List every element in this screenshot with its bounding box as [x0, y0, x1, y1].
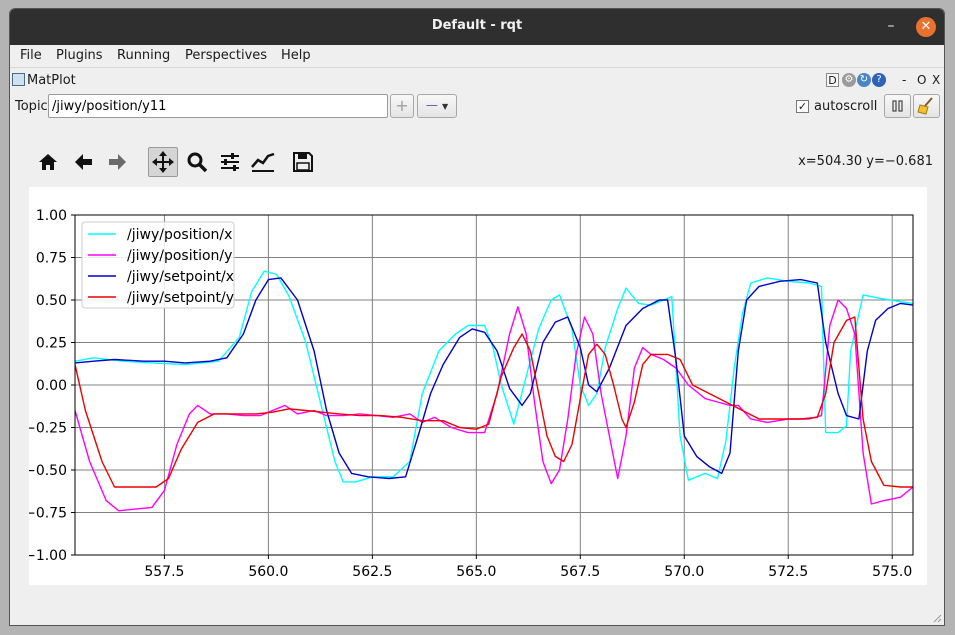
pause-button[interactable] [884, 94, 911, 118]
autoscroll-checkbox[interactable]: ✓ [796, 100, 809, 113]
plot-figure[interactable]: 557.5 560.0 562.5 565.0 567.5 570.0 572.5 575.0… [29, 187, 927, 585]
save-button[interactable] [288, 147, 318, 177]
minimize-icon[interactable]: – [882, 17, 900, 35]
cursor-coordinates: x=504.30 y=−0.681 [798, 154, 933, 169]
y-tick-label: 0.25 [36, 336, 67, 352]
menu-file[interactable]: File [20, 48, 42, 63]
y-tick-label: −0.50 [29, 463, 67, 479]
topic-input[interactable] [48, 94, 388, 118]
back-icon [75, 154, 92, 170]
customize-button[interactable] [248, 147, 278, 177]
plugin-minimize-button[interactable]: - [902, 73, 906, 87]
y-tick-label: −1.00 [29, 548, 67, 564]
zoom-button[interactable] [182, 147, 212, 177]
pan-button[interactable] [148, 147, 178, 177]
window-title: Default - rqt [431, 18, 523, 33]
menu-plugins[interactable]: Plugins [56, 48, 103, 63]
topic-row: Topic + — ▼ ✓ autoscroll [10, 93, 944, 119]
plugin-float-button[interactable]: O [917, 73, 926, 87]
subplots-button[interactable] [215, 147, 245, 177]
menu-perspectives[interactable]: Perspectives [185, 48, 267, 63]
add-topic-button[interactable]: + [390, 94, 414, 118]
remove-icon: — [425, 98, 438, 112]
save-icon [293, 152, 313, 172]
pause-icon [892, 100, 903, 112]
forward-icon [109, 154, 126, 170]
x-tick-label: 575.0 [872, 564, 912, 580]
clear-button[interactable] [913, 94, 940, 118]
y-tick-label: 0.00 [36, 378, 67, 394]
home-icon [39, 154, 57, 170]
broom-icon [917, 97, 933, 115]
back-button[interactable] [68, 147, 98, 177]
x-tick-label: 560.0 [248, 564, 288, 580]
x-tick-label: 570.0 [664, 564, 704, 580]
home-button[interactable] [33, 147, 63, 177]
zoom-icon [187, 152, 208, 173]
y-tick-label: 1.00 [36, 208, 67, 224]
menu-help[interactable]: Help [281, 48, 311, 63]
x-tick-label: 567.5 [560, 564, 600, 580]
y-tick-label: −0.25 [29, 421, 67, 437]
settings-gear-icon[interactable]: ⚙ [842, 73, 856, 87]
remove-topic-button[interactable]: — ▼ [417, 94, 457, 118]
matplot-plugin-icon [12, 73, 25, 86]
chevron-down-icon: ▼ [441, 102, 449, 111]
plot-canvas[interactable]: 557.5 560.0 562.5 565.0 567.5 570.0 572.5 575.0… [29, 187, 927, 585]
forward-button[interactable] [103, 147, 133, 177]
plugin-header: MatPlot D ⚙ ↻ ? - O X [10, 71, 944, 91]
rqt-window: Default - rqt – ✕ File Plugins Running P… [9, 8, 945, 626]
legend-entry: /jiwy/setpoint/x [127, 269, 234, 285]
topic-label: Topic [15, 99, 48, 114]
matplotlib-toolbar: x=504.30 y=−0.681 [28, 142, 938, 182]
legend-entry: /jiwy/position/x [127, 227, 232, 243]
resize-grip-icon[interactable] [932, 613, 942, 623]
x-tick-label: 572.5 [768, 564, 808, 580]
subplots-icon [221, 153, 239, 171]
title-bar: Default - rqt – ✕ [10, 9, 944, 45]
legend: /jiwy/position/x/jiwy/position/y/jiwy/se… [81, 221, 235, 309]
y-tick-label: 0.75 [36, 251, 67, 267]
x-tick-label: 565.0 [456, 564, 496, 580]
reload-icon[interactable]: ↻ [857, 73, 871, 87]
plugin-close-button[interactable]: X [932, 73, 940, 87]
menu-running[interactable]: Running [117, 48, 170, 63]
plugin-title: MatPlot [27, 73, 76, 88]
menu-bar: File Plugins Running Perspectives Help [10, 45, 944, 68]
customize-icon [251, 152, 275, 172]
x-tick-label: 562.5 [352, 564, 392, 580]
pan-icon [152, 151, 174, 173]
close-icon[interactable]: ✕ [916, 17, 936, 37]
y-tick-label: 0.50 [36, 293, 67, 309]
legend-entry: /jiwy/position/y [127, 248, 232, 264]
help-icon[interactable]: ? [872, 73, 886, 87]
y-tick-label: −0.75 [29, 506, 67, 522]
x-tick-label: 557.5 [144, 564, 184, 580]
dock-d-button[interactable]: D [826, 73, 839, 87]
autoscroll-label: autoscroll [814, 99, 878, 114]
legend-entry: /jiwy/setpoint/y [127, 290, 234, 306]
